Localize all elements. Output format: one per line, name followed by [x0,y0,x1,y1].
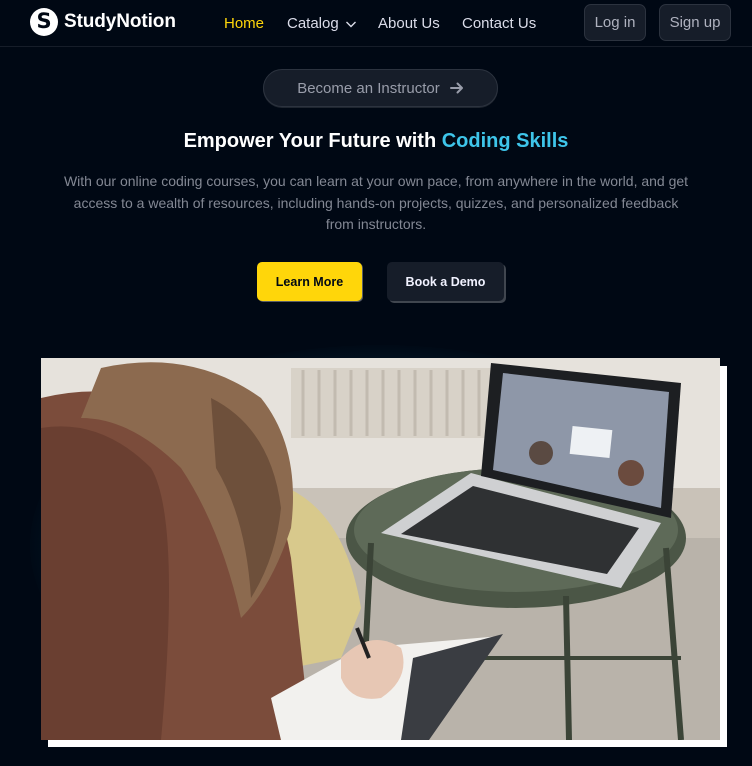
signup-button[interactable]: Sign up [659,4,731,41]
navbar: S StudyNotion Home Catalog About Us Cont… [0,0,752,47]
hero-description: With our online coding courses, you can … [63,173,689,232]
nav-link-catalog-label: Catalog [287,15,339,32]
become-instructor-label: Become an Instructor [297,79,440,97]
chevron-down-icon [345,21,356,27]
logo-icon: S [30,8,58,36]
hero-illustration [41,358,720,740]
become-instructor-button[interactable]: Become an Instructor [263,69,498,107]
arrow-right-icon [449,82,463,94]
learn-more-button[interactable]: Learn More [257,262,362,301]
hero-video[interactable] [41,358,720,740]
nav-link-about[interactable]: About Us [378,15,440,32]
hero-title: Empower Your Future with Coding Skills [0,130,752,153]
hero-title-prefix: Empower Your Future with [183,130,442,152]
brand-logo[interactable]: S StudyNotion [30,8,176,36]
hero-title-highlight: Coding Skills [441,130,569,152]
nav-link-catalog[interactable]: Catalog [287,15,357,32]
login-button[interactable]: Log in [584,4,646,41]
nav-link-home[interactable]: Home [224,15,264,32]
brand-name: StudyNotion [64,11,176,32]
book-demo-button[interactable]: Book a Demo [387,262,504,301]
nav-link-contact[interactable]: Contact Us [462,15,536,32]
